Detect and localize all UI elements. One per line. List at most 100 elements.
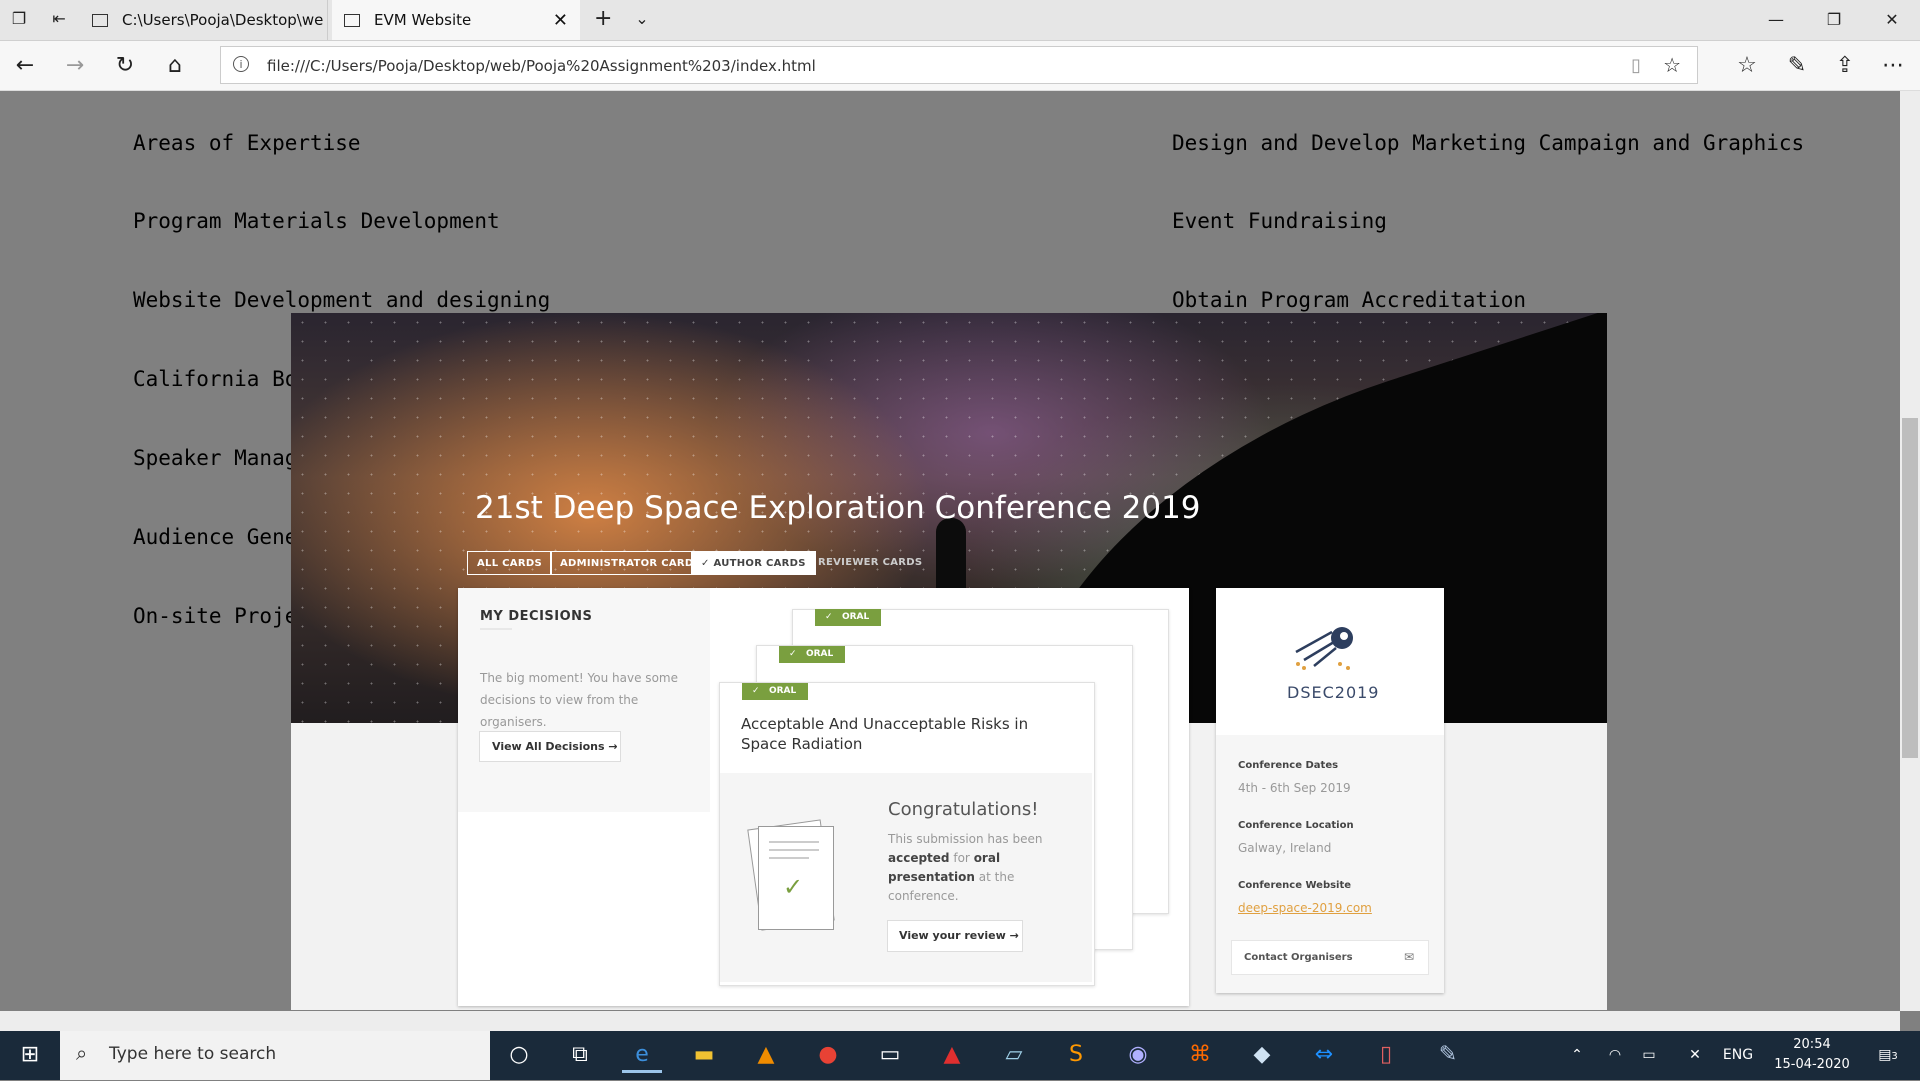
- view-all-decisions-button[interactable]: View All Decisions →: [479, 731, 621, 762]
- url-text[interactable]: file:///C:/Users/Pooja/Desktop/web/Pooja…: [267, 57, 816, 75]
- expertise-item: Program Materials Development: [133, 209, 500, 234]
- wifi-icon[interactable]: ◠: [1600, 1031, 1630, 1080]
- chrome-icon[interactable]: ●: [808, 1037, 848, 1073]
- page-icon: [92, 13, 108, 27]
- info-icon[interactable]: i: [233, 56, 249, 72]
- acrobat-icon[interactable]: ▲: [932, 1037, 972, 1073]
- tray-expand-icon[interactable]: ⌃: [1562, 1031, 1592, 1080]
- file-explorer-icon[interactable]: ▬: [684, 1037, 724, 1073]
- arrow-right-icon: →: [608, 740, 618, 753]
- close-tab-icon[interactable]: ✕: [553, 10, 568, 31]
- expertise-item: Obtain Program Accreditation: [1172, 288, 1527, 313]
- button-label: View All Decisions: [492, 740, 605, 753]
- filter-all-cards[interactable]: ALL CARDS: [467, 551, 552, 575]
- reading-view-icon[interactable]: ▯: [1631, 55, 1641, 76]
- congratulations-text: This submission has been accepted for or…: [888, 832, 1043, 903]
- chevron-down-icon[interactable]: ⌄: [633, 10, 651, 28]
- taskbar: ⊞ ⌕ Type here to search ○ ⧉ e ▬ ▲ ● ▭ ▲ …: [0, 1031, 1920, 1080]
- document-check-icon: ✓: [758, 826, 834, 930]
- website-label: Conference Website: [1238, 880, 1352, 891]
- expertise-item: Areas of Expertise: [133, 130, 361, 155]
- dates-value: 4th - 6th Sep 2019: [1238, 781, 1351, 795]
- oral-badge: ✓ ORAL: [815, 609, 882, 626]
- paper-title: Acceptable And Unacceptable Risks in Spa…: [741, 715, 1029, 753]
- vertical-scroll-thumb[interactable]: [1902, 418, 1918, 758]
- device-icon[interactable]: ▯: [1366, 1037, 1406, 1073]
- heading-underline: [480, 628, 512, 630]
- favorite-star-icon[interactable]: ☆: [1663, 53, 1681, 77]
- tab-desktop-folder[interactable]: C:\Users\Pooja\Desktop\we: [80, 0, 328, 40]
- tab-title: C:\Users\Pooja\Desktop\we: [122, 11, 324, 29]
- notepad-icon[interactable]: ▱: [994, 1037, 1034, 1073]
- filter-author-cards[interactable]: ✓ AUTHOR CARDS: [691, 551, 816, 575]
- browser-tab-bar: ❐ ⇤ C:\Users\Pooja\Desktop\we EVM Websit…: [0, 0, 1920, 41]
- location-label: Conference Location: [1238, 820, 1354, 831]
- address-bar[interactable]: i file:///C:/Users/Pooja/Desktop/web/Poo…: [220, 46, 1698, 84]
- cube-icon[interactable]: ◆: [1242, 1037, 1282, 1073]
- logo-text: DSEC2019: [1287, 683, 1380, 702]
- search-placeholder: Type here to search: [109, 1044, 277, 1064]
- oral-badge: ✓ ORAL: [742, 683, 809, 700]
- set-aside-tabs-icon[interactable]: ⇤: [50, 10, 68, 28]
- arrow-right-icon: →: [1009, 929, 1019, 942]
- button-label: View your review: [899, 929, 1006, 942]
- location-value: Galway, Ireland: [1238, 841, 1332, 855]
- share-icon[interactable]: ⇪: [1830, 51, 1860, 81]
- edge-icon[interactable]: e: [622, 1037, 662, 1073]
- task-view-icon[interactable]: ⧉: [560, 1037, 600, 1073]
- tab-evm-website[interactable]: EVM Website ✕: [332, 0, 580, 40]
- browser-nav-bar: ← → ↻ ⌂ i file:///C:/Users/Pooja/Desktop…: [0, 41, 1920, 91]
- congratulations-heading: Congratulations!: [888, 799, 1039, 820]
- eclipse-icon[interactable]: ◉: [1118, 1037, 1158, 1073]
- restore-button[interactable]: ❐: [1806, 0, 1862, 40]
- page-icon: [344, 13, 360, 27]
- decisions-heading: MY DECISIONS: [480, 609, 593, 624]
- notification-count: 3: [1891, 1051, 1898, 1062]
- horizontal-scrollbar[interactable]: [0, 1011, 1900, 1031]
- filter-label: AUTHOR CARDS: [713, 558, 806, 569]
- search-icon: ⌕: [76, 1041, 88, 1065]
- minimize-button[interactable]: —: [1748, 0, 1804, 40]
- language-indicator[interactable]: ENG: [1718, 1031, 1758, 1080]
- contact-organisers-button[interactable]: Contact Organisers ✉: [1231, 940, 1429, 975]
- volume-muted-icon[interactable]: ✕: [1680, 1031, 1710, 1080]
- sublime-icon[interactable]: S: [1056, 1037, 1096, 1073]
- cortana-icon[interactable]: ○: [499, 1037, 539, 1073]
- tab-title: EVM Website: [374, 11, 472, 29]
- tab-actions-icon[interactable]: ❐: [10, 10, 28, 28]
- conference-title: 21st Deep Space Exploration Conference 2…: [475, 490, 1201, 526]
- pen-icon[interactable]: ✎: [1782, 51, 1812, 81]
- filter-reviewer-cards[interactable]: REVIEWER CARDS: [809, 551, 931, 575]
- home-button[interactable]: ⌂: [160, 51, 190, 81]
- decisions-description: The big moment! You have some decisions …: [480, 671, 678, 729]
- more-icon[interactable]: ⋯: [1878, 51, 1908, 81]
- back-button[interactable]: ←: [10, 51, 40, 81]
- close-window-button[interactable]: ✕: [1864, 0, 1920, 40]
- app-icon[interactable]: ⌘: [1180, 1037, 1220, 1073]
- filter-administrator-cards[interactable]: ADMINISTRATOR CARDS: [550, 551, 711, 575]
- battery-icon[interactable]: ▭: [1634, 1031, 1664, 1080]
- expertise-item: Website Development and designing: [133, 288, 551, 313]
- website-link[interactable]: deep-space-2019.com: [1238, 901, 1372, 915]
- terminal-icon[interactable]: ▭: [870, 1037, 910, 1073]
- clock[interactable]: 20:54 15-04-2020: [1762, 1031, 1862, 1080]
- teamviewer-icon[interactable]: ⇔: [1304, 1037, 1344, 1073]
- refresh-button[interactable]: ↻: [110, 51, 140, 81]
- notification-center-icon[interactable]: ▤3: [1866, 1031, 1910, 1080]
- forward-button[interactable]: →: [60, 51, 90, 81]
- taskbar-search[interactable]: ⌕ Type here to search: [60, 1031, 490, 1080]
- dates-label: Conference Dates: [1238, 760, 1339, 771]
- vlc-icon[interactable]: ▲: [746, 1037, 786, 1073]
- expertise-item: Design and Develop Marketing Campaign an…: [1172, 130, 1805, 155]
- paint-icon[interactable]: ✎: [1428, 1037, 1468, 1073]
- view-review-button[interactable]: View your review →: [887, 920, 1023, 952]
- favorites-icon[interactable]: ☆: [1732, 51, 1762, 81]
- button-label: Contact Organisers: [1244, 952, 1353, 963]
- satellite-logo-icon: [1290, 622, 1360, 672]
- mail-icon: ✉: [1403, 950, 1414, 964]
- plus-icon[interactable]: +: [594, 8, 612, 30]
- oral-badge: ✓ ORAL: [779, 646, 846, 663]
- windows-start-icon[interactable]: ⊞: [10, 1037, 50, 1073]
- check-icon: ✓: [701, 558, 714, 569]
- expertise-item: Event Fundraising: [1172, 209, 1387, 234]
